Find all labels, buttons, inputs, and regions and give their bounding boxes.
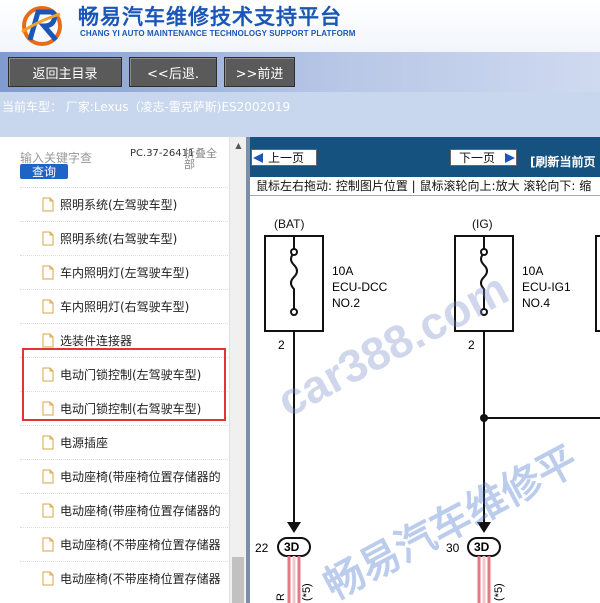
pin-label-2: 2 — [468, 338, 475, 352]
fuse1-name: ECU-DCC — [332, 280, 388, 294]
query-button[interactable]: 查询 — [20, 164, 68, 179]
tree-item[interactable]: 电动座椅(不带座椅位置存储器 — [20, 527, 228, 561]
tree-item[interactable]: 电动座椅(带座椅位置存储器的 — [20, 459, 228, 493]
fuse1-no: NO.2 — [332, 296, 360, 310]
junction-dot — [480, 414, 488, 422]
fuse-terminal-1a — [290, 248, 298, 256]
tree-item-label: 照明系统(右驾驶车型) — [60, 232, 178, 246]
left-panel: 输入关键字查 查询 PC.37-26411 折叠全部 照明系统(左驾驶车型) 照明… — [0, 137, 246, 603]
tree-item-label: 电动座椅(带座椅位置存储器的 — [60, 504, 221, 518]
prev-arrow-icon — [253, 153, 263, 163]
document-icon — [42, 469, 54, 484]
tree-item-label: 车内照明灯(左驾驶车型) — [60, 266, 190, 280]
tree-item[interactable]: 电源插座 — [20, 425, 228, 459]
bat-label: (BAT) — [274, 217, 304, 231]
scroll-up-arrow-icon[interactable]: ▲ — [230, 137, 247, 154]
tree-item[interactable]: 照明系统(左驾驶车型) — [20, 187, 228, 221]
tree-item-label: 电动座椅(带座椅位置存储器的 — [60, 470, 221, 484]
app-header: 畅易汽车维修技术支持平台 CHANG YI AUTO MAINTENANCE T… — [0, 0, 600, 52]
page-nav-bar: 上一页 下一页 [刷新当前页 — [250, 137, 600, 177]
document-icon — [42, 503, 54, 518]
scroll-thumb[interactable] — [232, 557, 244, 603]
highlight-box — [22, 348, 226, 421]
wire-letter: R — [275, 593, 287, 601]
pin-label-1: 2 — [278, 338, 285, 352]
platform-title: 畅易汽车维修技术支持平台 — [78, 5, 342, 29]
tree-item[interactable]: 照明系统(右驾驶车型) — [20, 221, 228, 255]
fuse-box-3-partial — [595, 235, 600, 332]
back-button[interactable]: <<后退. — [129, 57, 217, 87]
document-icon — [42, 197, 54, 212]
tree-item[interactable]: 电动座椅(不带座椅位置存储器 — [20, 561, 228, 595]
wire-tag-1: (*5) — [301, 583, 313, 601]
current-vehicle: 当前车型： 厂家:Lexus（凌志-雷克萨斯)ES2002019 — [2, 100, 291, 114]
conn1-label: 3D — [284, 540, 300, 554]
tree-item[interactable]: 车内照明灯(右驾驶车型) — [20, 289, 228, 323]
document-icon — [42, 299, 54, 314]
conn1-num: 22 — [255, 541, 269, 555]
fuse2-no: NO.4 — [522, 296, 550, 310]
home-button[interactable]: 返回主目录 — [8, 57, 122, 87]
wiring-diagram[interactable]: (BAT) 10A ECU-DCC NO.2 (IG) 10A ECU-IG1 … — [250, 196, 600, 603]
ig-label: (IG) — [472, 217, 493, 231]
fuse2-amp: 10A — [522, 264, 543, 278]
conn2-label: 3D — [474, 540, 490, 554]
document-icon — [42, 231, 54, 246]
next-arrow-icon — [505, 153, 515, 163]
left-scrollbar[interactable]: ▲ — [229, 137, 246, 603]
document-icon — [42, 333, 54, 348]
vehicle-info-bar: 当前车型： 厂家:Lexus（凌志-雷克萨斯)ES2002019 — [0, 92, 600, 137]
tree-item-label: 选装件连接器 — [60, 334, 133, 348]
tree-item[interactable]: 电动座椅(带座椅位置存储器的 — [20, 493, 228, 527]
fuse-terminal-2a — [480, 248, 488, 256]
tree-item-label: 电动座椅(不带座椅位置存储器 — [60, 572, 221, 586]
hint-bar: 鼠标左右拖动: 控制图片位置 | 鼠标滚轮向上:放大 滚轮向下: 缩 — [250, 177, 600, 196]
prev-page-button[interactable]: 上一页 — [251, 149, 317, 166]
next-page-label: 下一页 — [459, 151, 496, 165]
document-icon — [42, 265, 54, 280]
document-icon — [42, 571, 54, 586]
refresh-link[interactable]: [刷新当前页 — [530, 153, 596, 170]
platform-subtitle: CHANG YI AUTO MAINTENANCE TECHNOLOGY SUP… — [80, 29, 356, 38]
next-page-button[interactable]: 下一页 — [450, 149, 517, 166]
fuse1-amp: 10A — [332, 264, 353, 278]
right-panel: 上一页 下一页 [刷新当前页 鼠标左右拖动: 控制图片位置 | 鼠标滚轮向上:放… — [250, 137, 600, 603]
wire-tag-2: (*5) — [493, 583, 505, 601]
conn2-num: 30 — [446, 541, 460, 555]
tree-item[interactable]: 车内照明灯(左驾驶车型) — [20, 255, 228, 289]
tree-item-label: 照明系统(左驾驶车型) — [60, 198, 178, 212]
document-icon — [42, 537, 54, 552]
prev-page-label: 上一页 — [268, 151, 305, 165]
fuse-terminal-1b — [290, 308, 298, 316]
fuse2-name: ECU-IG1 — [522, 280, 571, 294]
document-icon — [42, 435, 54, 450]
logo-icon — [21, 6, 62, 46]
main-toolbar: 返回主目录 <<后退. >>前进 — [0, 52, 600, 92]
forward-button[interactable]: >>前进 — [224, 57, 295, 87]
tree-item-label: 电源插座 — [60, 436, 109, 450]
tree-item-label: 车内照明灯(右驾驶车型) — [60, 300, 190, 314]
tree-item-label: 电动座椅(不带座椅位置存储器 — [60, 538, 221, 552]
fuse-terminal-2b — [480, 308, 488, 316]
collapse-all-link[interactable]: 折叠全部 — [184, 148, 224, 170]
